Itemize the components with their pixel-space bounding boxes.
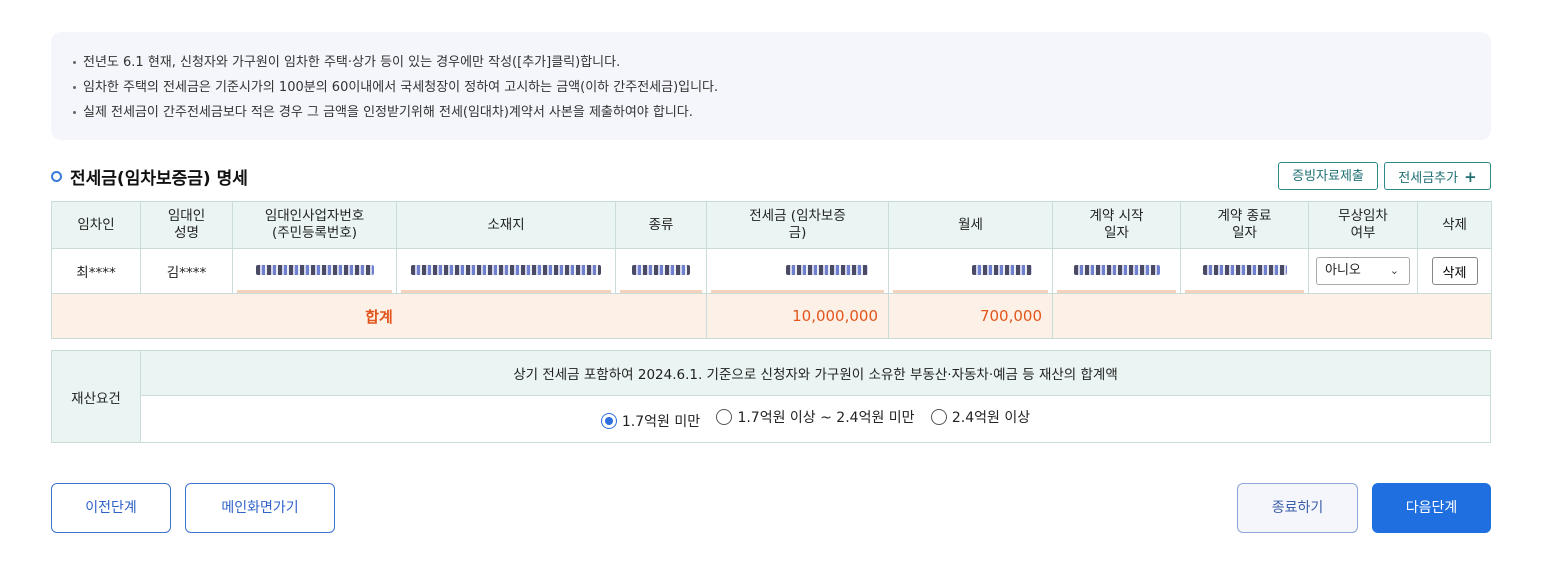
header-monthly-rent: 월세 — [888, 201, 1053, 249]
asset-requirement-table: 재산요건 상기 전세금 포함하여 2024.6.1. 기준으로 신청자와 가구원… — [51, 350, 1491, 443]
cell-deposit[interactable] — [706, 248, 889, 294]
cell-type[interactable] — [615, 248, 707, 294]
total-label: 합계 — [51, 293, 707, 339]
asset-option-over-2.4[interactable]: 2.4억원 이상 — [930, 407, 1030, 427]
asset-label: 재산요건 — [51, 350, 141, 443]
masked-value — [972, 264, 1032, 275]
asset-description: 상기 전세금 포함하여 2024.6.1. 기준으로 신청자와 가구원이 소유한… — [140, 350, 1491, 396]
masked-value — [786, 264, 868, 275]
table-header-row: 임차인 임대인 성명 임대인사업자번호 (주민등록번호) 소재지 종류 전세금 … — [51, 201, 1492, 249]
asset-option-1.7-to-2.4[interactable]: 1.7억원 이상 ~ 2.4억원 미만 — [716, 407, 915, 427]
header-contract-start: 계약 시작일자 — [1052, 201, 1181, 249]
header-lessor-name: 임대인 성명 — [140, 201, 233, 249]
notice-line: 실제 전세금이 간주전세금보다 적은 경우 그 금액을 인정받기위해 전세(임대… — [73, 100, 1491, 125]
masked-value — [255, 264, 374, 275]
notice-line: 임차한 주택의 전세금은 기준시가의 100분의 60이내에서 국세청장이 정하… — [73, 75, 1491, 100]
radio-empty-icon — [716, 409, 733, 425]
masked-value — [1073, 264, 1160, 275]
total-deposit: 10,000,000 — [706, 293, 889, 339]
free-lease-select[interactable]: 아니오 ⌄ — [1316, 257, 1410, 285]
cell-lessor-id[interactable] — [232, 248, 397, 294]
masked-value — [632, 264, 690, 275]
notice-line: 전년도 6.1 현재, 신청자와 가구원이 임차한 주택·상가 등이 있는 경우… — [73, 50, 1491, 75]
masked-value — [1202, 264, 1287, 275]
section-title: 전세금(임차보증금) 명세 — [51, 164, 248, 189]
cell-contract-end[interactable] — [1180, 248, 1309, 294]
table-row: 최**** 김**** 아니오 ⌄ 삭제 — [51, 248, 1492, 294]
cell-contract-start[interactable] — [1052, 248, 1181, 294]
bullet-ring-icon — [51, 171, 62, 182]
plus-icon: + — [1464, 168, 1477, 186]
cell-delete: 삭제 — [1417, 248, 1492, 294]
header-type: 종류 — [615, 201, 707, 249]
header-contract-end: 계약 종료일자 — [1180, 201, 1309, 249]
section-header: 전세금(임차보증금) 명세 증빙자료제출 전세금추가 + — [51, 162, 1491, 192]
add-deposit-label: 전세금추가 — [1398, 171, 1459, 186]
radio-empty-icon — [930, 409, 947, 425]
cell-lessor-name: 김**** — [140, 248, 233, 294]
cell-tenant: 최**** — [51, 248, 141, 294]
add-deposit-button[interactable]: 전세금추가 + — [1384, 162, 1491, 190]
deposit-table: 임차인 임대인 성명 임대인사업자번호 (주민등록번호) 소재지 종류 전세금 … — [51, 201, 1492, 339]
cell-free-lease: 아니오 ⌄ — [1308, 248, 1418, 294]
total-empty — [1052, 293, 1492, 339]
header-free-lease: 무상임차 여부 — [1308, 201, 1418, 249]
total-row: 합계 10,000,000 700,000 — [51, 293, 1492, 339]
radio-selected-icon — [600, 413, 617, 429]
header-delete: 삭제 — [1417, 201, 1492, 249]
exit-button[interactable]: 종료하기 — [1237, 483, 1358, 533]
asset-options: 1.7억원 미만 1.7억원 이상 ~ 2.4억원 미만 2.4억원 이상 — [140, 395, 1491, 443]
total-monthly-rent: 700,000 — [888, 293, 1053, 339]
main-screen-button[interactable]: 메인화면가기 — [185, 483, 335, 533]
delete-row-button[interactable]: 삭제 — [1431, 257, 1478, 285]
prev-step-button[interactable]: 이전단계 — [51, 483, 171, 533]
cell-monthly-rent[interactable] — [888, 248, 1053, 294]
notice-box: 전년도 6.1 현재, 신청자와 가구원이 임차한 주택·상가 등이 있는 경우… — [51, 32, 1491, 140]
header-tenant: 임차인 — [51, 201, 141, 249]
header-lessor-id: 임대인사업자번호 (주민등록번호) — [232, 201, 397, 249]
header-address: 소재지 — [396, 201, 616, 249]
header-deposit: 전세금 (임차보증금) — [706, 201, 889, 249]
masked-value — [411, 264, 601, 275]
asset-option-under-1.7[interactable]: 1.7억원 미만 — [600, 411, 700, 431]
chevron-down-icon: ⌄ — [1389, 264, 1399, 277]
cell-address[interactable] — [396, 248, 616, 294]
evidence-submit-button[interactable]: 증빙자료제출 — [1278, 162, 1378, 190]
next-step-button[interactable]: 다음단계 — [1372, 483, 1491, 533]
